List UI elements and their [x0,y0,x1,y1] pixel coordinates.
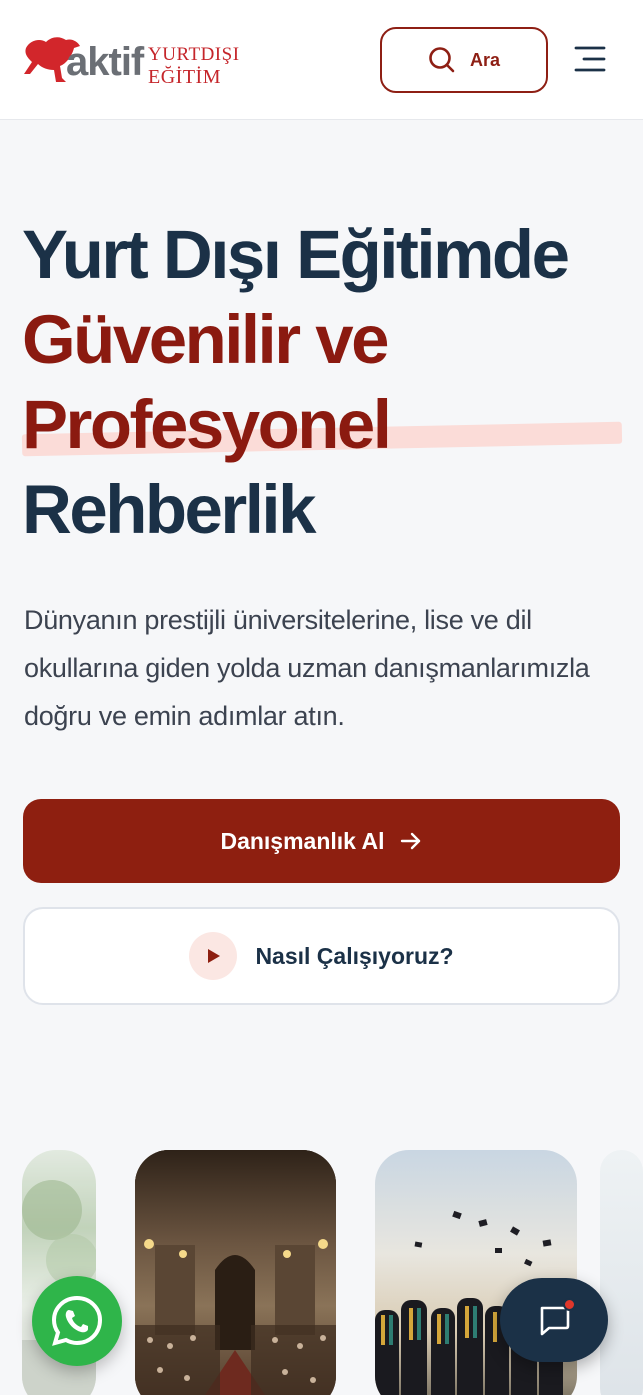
search-button-label: Ara [469,49,500,70]
hamburger-menu-icon[interactable] [574,44,606,74]
hero-title: Yurt Dışı Eğitimde Güvenilir ve Profesyo… [22,212,622,552]
whatsapp-icon [51,1295,103,1346]
hero-title-line-4: Rehberlik [22,471,316,548]
consultation-button[interactable]: Danışmanlık Al [23,799,620,883]
chat-notification-dot [563,1298,576,1311]
hero-title-line-3: Profesyonel [22,386,392,463]
site-header: aktif YURTDIŞI EĞİTİM Ara [0,0,643,120]
site-logo[interactable]: aktif YURTDIŞI EĞİTİM [22,30,252,92]
gallery-card-partial-right[interactable] [600,1150,643,1395]
whatsapp-button[interactable] [32,1276,122,1366]
logo-subtitle-top: YURTDIŞI [148,44,240,65]
hero-title-line-1: Yurt Dışı Eğitimde [22,216,570,293]
live-chat-button[interactable] [500,1278,608,1362]
logo-subtitle-bottom: EĞİTİM [148,66,221,88]
gallery-card-library[interactable] [135,1150,336,1395]
hero-description: Dünyanın prestijli üniversitelerine, lis… [24,605,590,731]
search-icon [429,47,455,73]
hero-title-line-2: Güvenilir ve [22,301,390,378]
how-we-work-button[interactable]: Nasıl Çalışıyoruz? [23,907,620,1005]
play-icon [189,932,238,980]
arrow-right-icon [400,832,420,850]
how-we-work-button-label: Nasıl Çalışıyoruz? [255,942,454,969]
consultation-button-label: Danışmanlık Al [220,827,385,854]
logo-wordmark: aktif [66,40,144,84]
search-button[interactable]: Ara [380,27,548,93]
